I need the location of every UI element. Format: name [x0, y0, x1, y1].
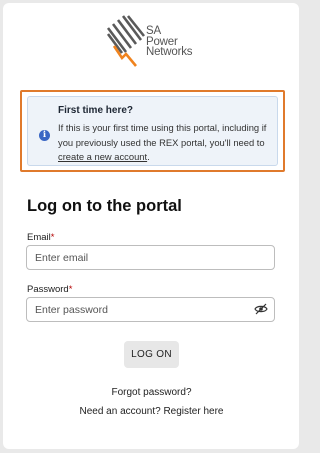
sa-power-networks-logo-icon: [106, 15, 146, 67]
logo-wordmark: SA Power Networks: [146, 25, 193, 58]
required-marker: *: [50, 232, 55, 243]
eye-slash-icon[interactable]: [254, 303, 268, 315]
register-link[interactable]: Need an account? Register here: [0, 406, 303, 417]
first-time-notice: i First time here? If this is your first…: [27, 96, 278, 166]
email-field[interactable]: [26, 245, 275, 270]
create-account-link[interactable]: create a new account: [58, 151, 147, 162]
forgot-password-link[interactable]: Forgot password?: [0, 387, 303, 398]
notice-body: If this is your first time using this po…: [58, 121, 276, 165]
logo-text-line3: Networks: [146, 46, 193, 58]
password-label-text: Password: [27, 284, 69, 295]
password-field[interactable]: [26, 297, 275, 322]
log-on-button[interactable]: LOG ON: [124, 341, 179, 368]
logo-text-line1: SA: [146, 25, 161, 37]
sa-power-networks-logo: SA Power Networks: [106, 14, 202, 72]
email-label-text: Email: [27, 232, 51, 243]
info-icon: i: [39, 130, 50, 141]
notice-body-end: .: [147, 151, 150, 162]
notice-title: First time here?: [58, 105, 134, 116]
password-label: Password*: [27, 284, 72, 295]
required-marker: *: [68, 284, 73, 295]
notice-body-text: If this is your first time using this po…: [58, 122, 267, 148]
page-title: Log on to the portal: [27, 197, 182, 215]
email-label: Email*: [27, 232, 54, 243]
